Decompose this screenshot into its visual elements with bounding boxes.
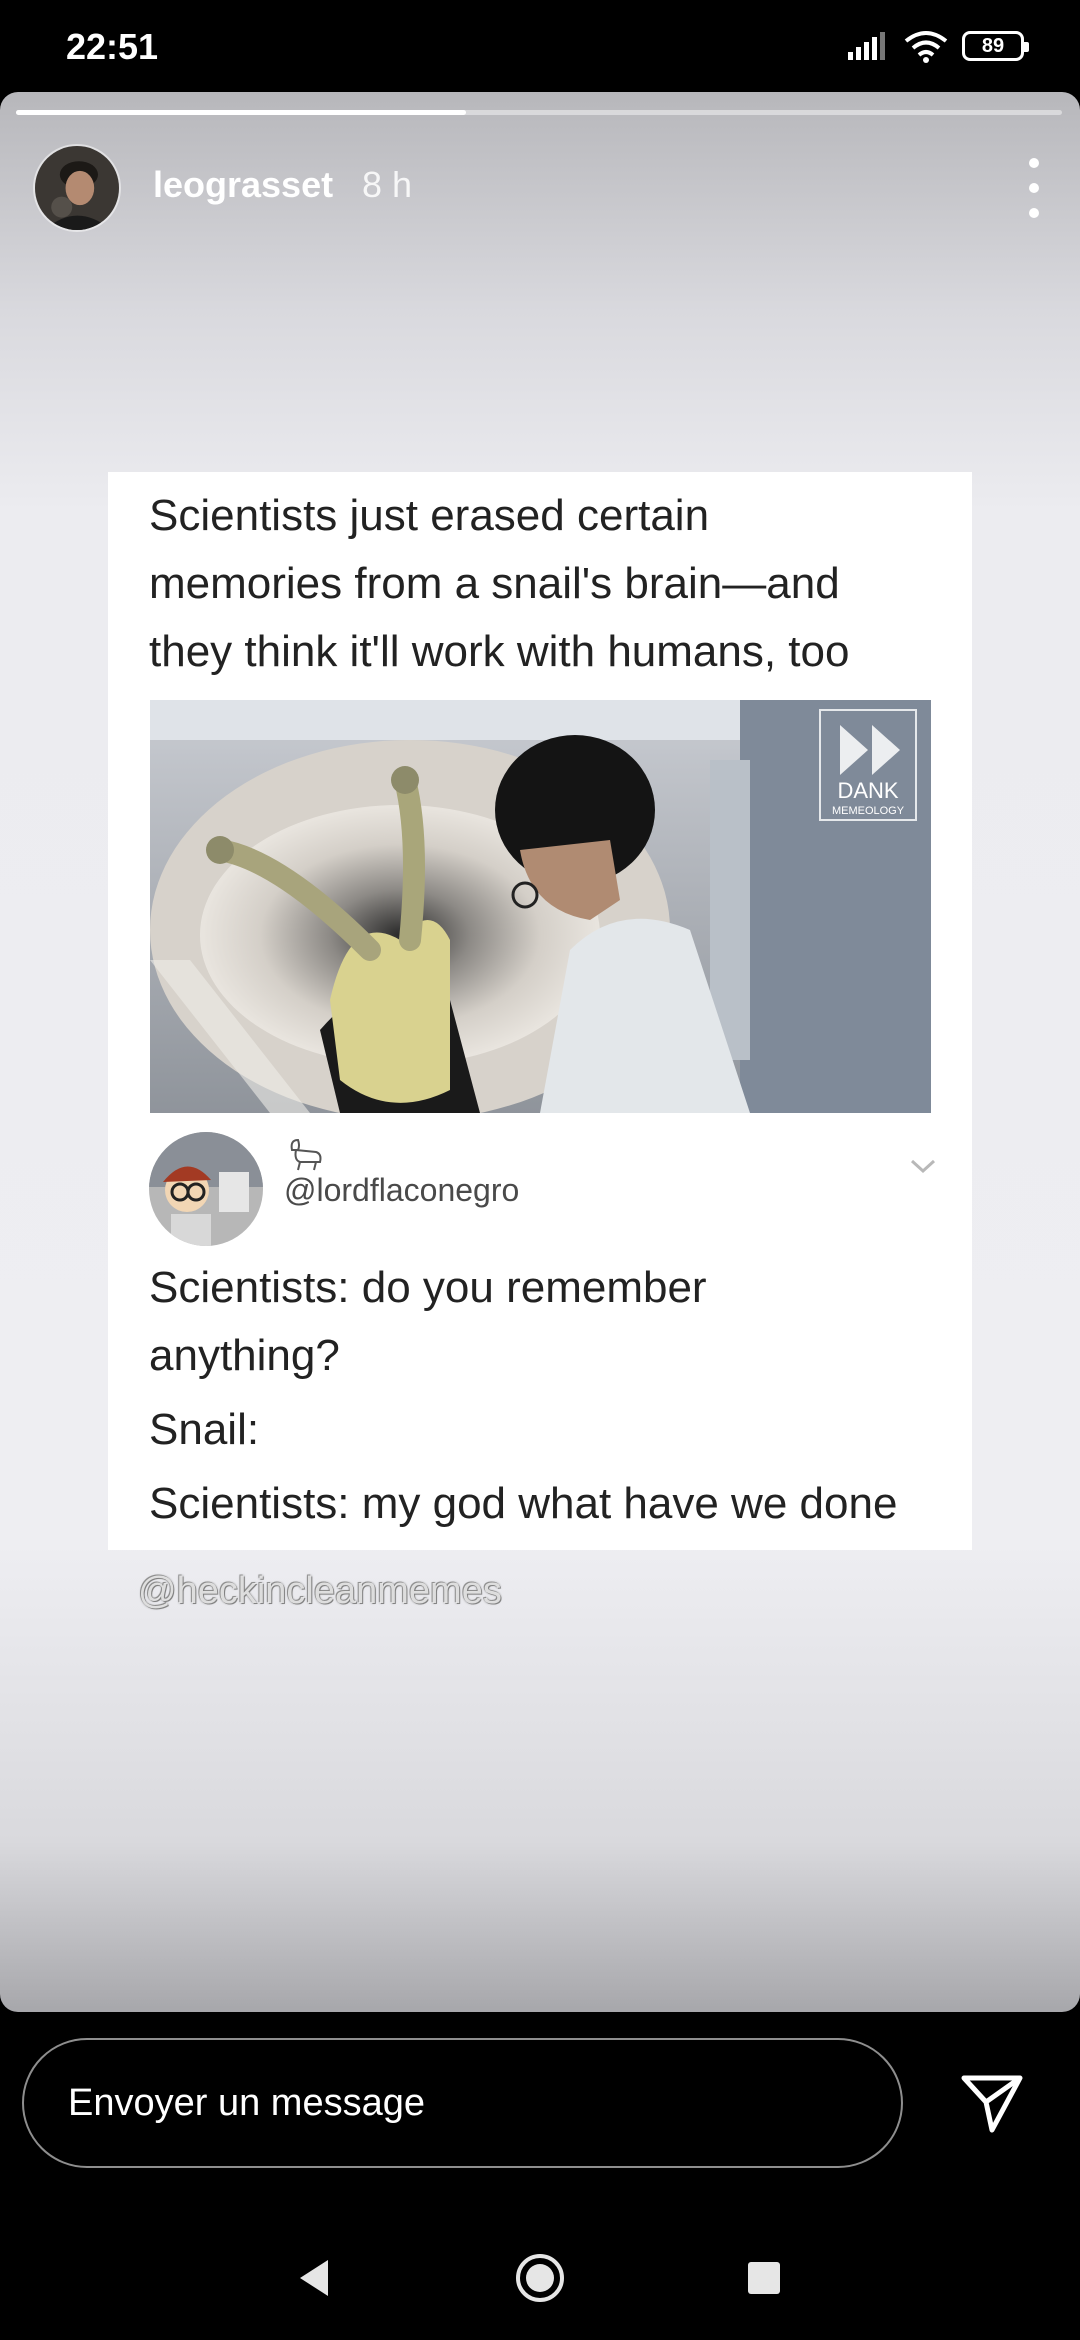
tweet-line: anything? [149, 1331, 340, 1380]
avatar-image [35, 146, 119, 230]
navigation-bar [0, 2218, 1080, 2340]
story-timestamp: 8 h [362, 164, 413, 205]
tweet-line: Snail: [149, 1405, 260, 1454]
recents-icon[interactable] [748, 2262, 780, 2294]
tweet-text: Scientists: do you remember anything? Sn… [149, 1254, 959, 1538]
chevron-down-icon [910, 1159, 936, 1174]
status-bar: 22:51 89 [0, 0, 1080, 92]
message-input-placeholder: Envoyer un message [68, 2082, 425, 2124]
story-viewer[interactable]: leograsset 8 h Scientists just erased ce… [0, 92, 1080, 2012]
battery-icon: 89 [962, 31, 1029, 61]
status-icons: 89 [848, 24, 1029, 68]
message-input[interactable]: Envoyer un message [22, 2038, 903, 2168]
meme-photo: DANK MEMEOLOGY [150, 700, 931, 1113]
wifi-icon [904, 31, 948, 63]
photo-logo-text: DANK [837, 778, 898, 803]
more-options-icon[interactable] [1022, 158, 1046, 218]
headline-line: they think it'll work with humans, too [149, 627, 850, 676]
status-time: 22:51 [66, 26, 159, 67]
tweet-line: Scientists: do you remember [149, 1263, 707, 1312]
signal-icon [848, 32, 885, 60]
story-username[interactable]: leograsset [153, 164, 333, 206]
back-icon[interactable] [296, 2258, 332, 2298]
send-icon[interactable] [958, 2068, 1028, 2138]
story-progress-bar [16, 110, 1062, 115]
story-progress-fill [16, 110, 466, 115]
meme-image: Scientists just erased certain memories … [108, 472, 972, 1550]
tweet-line: Scientists: my god what have we done [149, 1479, 898, 1528]
headline-line: memories from a snail's brain—and [149, 559, 840, 608]
meme-headline: Scientists just erased certain memories … [149, 482, 949, 686]
avatar[interactable] [33, 144, 121, 232]
headline-line: Scientists just erased certain [149, 491, 710, 540]
tweet-handle: @lordflaconegro [284, 1172, 520, 1208]
home-icon[interactable] [514, 2252, 566, 2304]
tweet-avatar [149, 1132, 263, 1246]
goat-icon [290, 1138, 322, 1171]
watermark: @heckincleanmemes [138, 1570, 502, 1612]
photo-logo-subtext: MEMEOLOGY [832, 805, 905, 817]
